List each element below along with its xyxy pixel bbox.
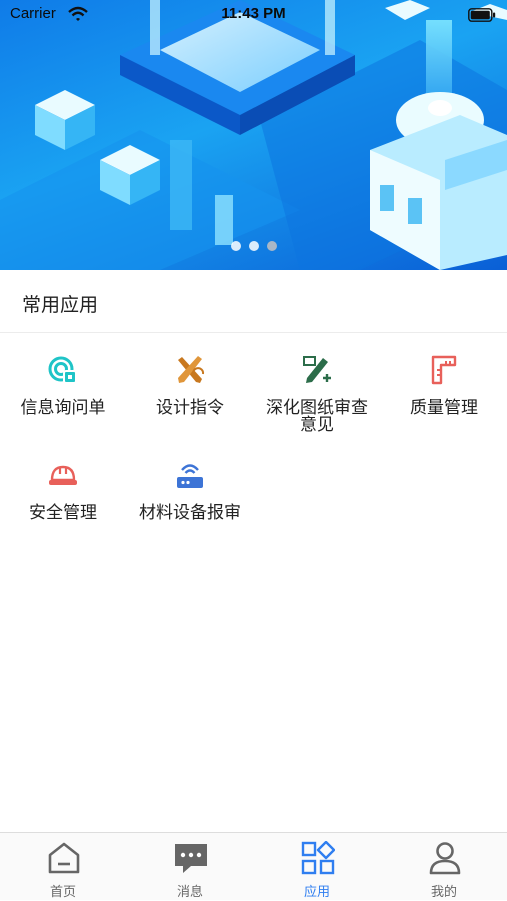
design-tools-icon xyxy=(178,356,205,383)
tab-label: 消息 xyxy=(176,885,203,900)
app-label: 安全管理 xyxy=(29,503,97,523)
app-quality-management[interactable]: 质量管理 xyxy=(381,334,507,436)
drawing-edit-icon xyxy=(303,356,331,383)
helmet-icon xyxy=(49,465,77,485)
battery-icon xyxy=(468,8,496,22)
router-icon xyxy=(177,464,203,488)
status-time: 11:43 PM xyxy=(221,5,286,22)
app-material-equipment-review[interactable]: 材料设备报审 xyxy=(127,439,253,541)
app-label: 材料设备报审 xyxy=(139,503,241,523)
tab-label: 应用 xyxy=(303,885,330,900)
tab-apps[interactable]: 应用 xyxy=(254,833,380,901)
ruler-icon xyxy=(431,355,457,385)
status-bar: Carrier 11:43 PM xyxy=(0,0,507,30)
carousel-dot[interactable] xyxy=(230,241,241,251)
app-drawing-review[interactable]: 深化图纸审查意见 xyxy=(254,334,380,436)
apps-icon xyxy=(301,841,335,875)
banner-carousel[interactable]: Carrier 11:43 PM xyxy=(0,0,507,270)
home-icon xyxy=(48,842,80,874)
app-label: 设计指令 xyxy=(156,398,224,418)
bottom-tab-bar: 首页 消息 应用 我的 xyxy=(0,832,507,900)
carousel-indicator xyxy=(0,241,507,251)
app-label: 质量管理 xyxy=(410,398,478,418)
section-header: 常用应用 xyxy=(0,270,507,333)
tab-label: 我的 xyxy=(430,885,457,900)
app-info-inquiry[interactable]: 信息询问单 xyxy=(0,334,126,436)
app-label: 信息询问单 xyxy=(20,398,106,418)
message-icon xyxy=(175,844,207,873)
carousel-dot[interactable] xyxy=(248,241,259,251)
tab-home[interactable]: 首页 xyxy=(0,833,126,901)
app-design-instruction[interactable]: 设计指令 xyxy=(127,334,253,436)
info-inquiry-icon xyxy=(48,356,77,384)
banner-illustration xyxy=(0,0,507,270)
tab-label: 首页 xyxy=(49,885,76,900)
app-label: 深化图纸审查意见 xyxy=(266,398,368,435)
tab-profile[interactable]: 我的 xyxy=(381,833,507,901)
section-title: 常用应用 xyxy=(22,294,99,316)
profile-icon xyxy=(429,842,461,875)
tab-messages[interactable]: 消息 xyxy=(127,833,253,901)
app-safety-management[interactable]: 安全管理 xyxy=(0,439,126,541)
carousel-dot-active[interactable] xyxy=(266,241,277,251)
